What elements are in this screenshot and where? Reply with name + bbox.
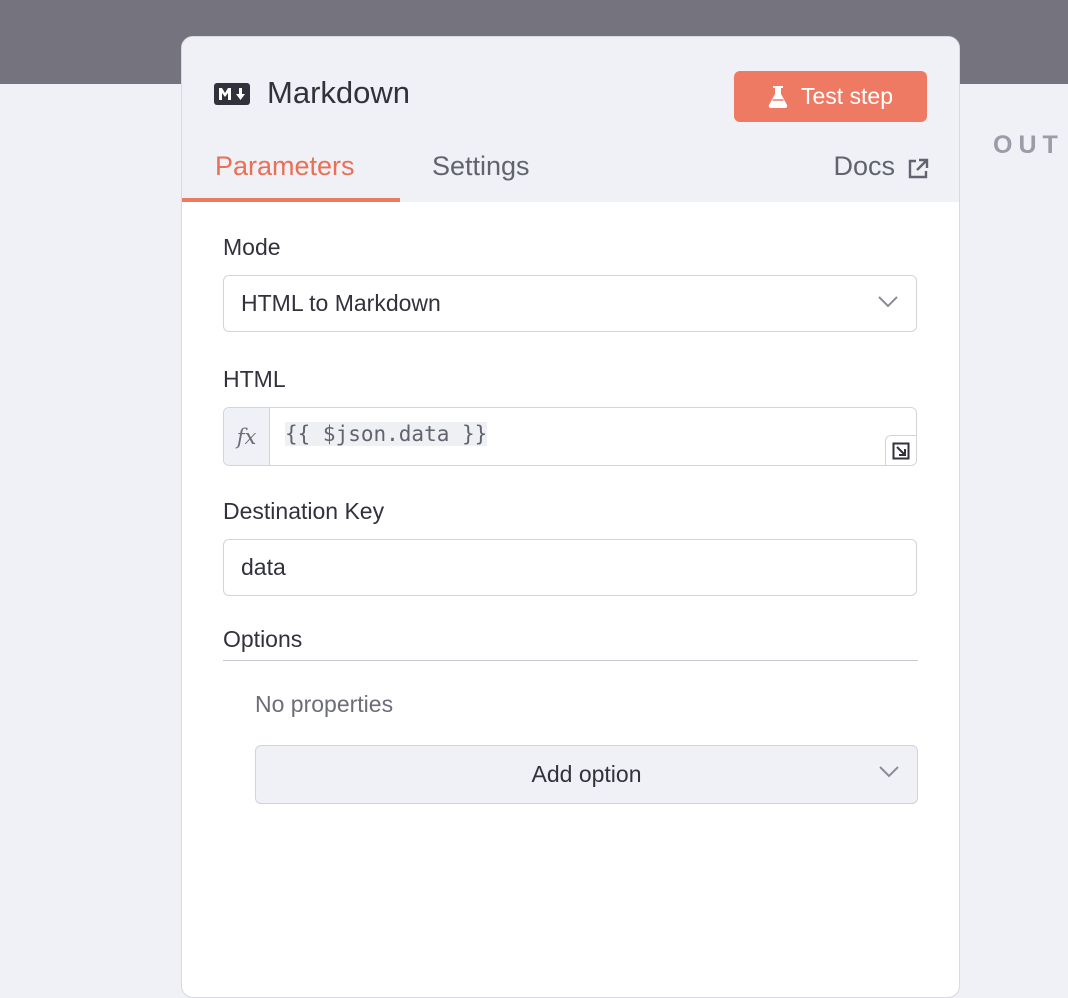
mode-label: Mode	[223, 234, 281, 260]
tab-parameters[interactable]: Parameters	[215, 151, 355, 182]
destination-key-value: data	[241, 554, 286, 580]
html-expression-value: {{ $json.data }}	[285, 422, 488, 446]
tab-settings[interactable]: Settings	[432, 151, 530, 182]
options-divider	[223, 660, 918, 661]
docs-label: Docs	[833, 151, 895, 181]
mode-select-value: HTML to Markdown	[241, 290, 441, 316]
html-expression-input[interactable]: fx {{ $json.data }}	[223, 407, 917, 466]
destination-key-input[interactable]: data	[223, 539, 917, 596]
expand-editor-button[interactable]	[885, 435, 916, 465]
add-option-button[interactable]: Add option	[255, 745, 918, 804]
node-title: Markdown	[267, 75, 410, 110]
external-link-icon	[908, 158, 929, 178]
expand-icon	[892, 442, 910, 459]
destination-key-label: Destination Key	[223, 498, 385, 524]
panel-header: Markdown Test step Parameters Settings D…	[182, 37, 959, 202]
flask-icon	[768, 85, 788, 108]
node-details-panel: Markdown Test step Parameters Settings D…	[181, 36, 960, 998]
fx-indicator: fx	[224, 408, 270, 465]
markdown-icon	[214, 83, 250, 105]
no-properties-text: No properties	[255, 691, 394, 717]
active-tab-indicator	[182, 198, 400, 202]
test-step-label: Test step	[800, 83, 894, 109]
docs-link[interactable]: Docs	[833, 151, 929, 182]
chevron-down-icon	[878, 296, 898, 308]
html-label: HTML	[223, 366, 286, 392]
mode-select[interactable]: HTML to Markdown	[223, 275, 917, 332]
options-heading: Options	[223, 626, 303, 652]
test-step-button[interactable]: Test step	[734, 71, 927, 122]
chevron-down-icon	[879, 766, 899, 778]
output-panel-label: OUT	[993, 131, 1064, 159]
add-option-label: Add option	[531, 761, 642, 787]
